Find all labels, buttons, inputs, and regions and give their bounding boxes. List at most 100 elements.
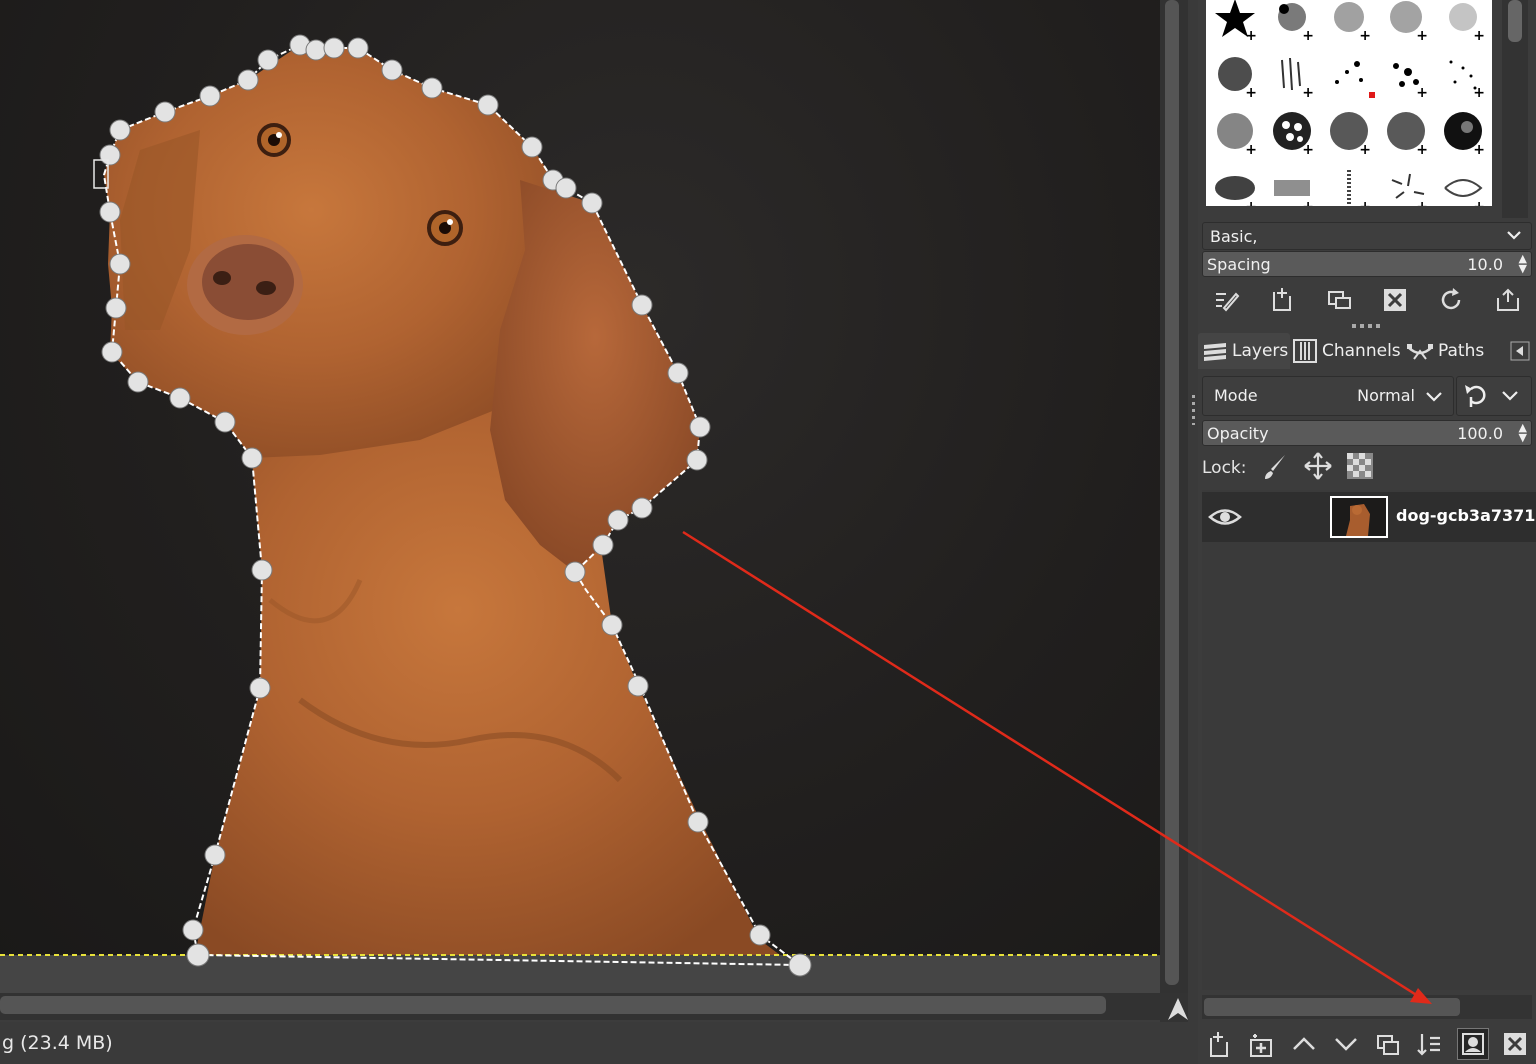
brush-actions-bar (1198, 282, 1536, 318)
dock-divider[interactable] (1188, 0, 1198, 1064)
lock-alpha-button[interactable] (1345, 451, 1375, 486)
right-dock: + + + + + + + + + + + + + + + + + + + Ba… (1198, 0, 1536, 1064)
layer-row[interactable]: dog-gcb3a73716 (1202, 492, 1536, 542)
image-size-status: g (23.4 MB) (2, 1032, 113, 1054)
image-content (0, 34, 1160, 977)
brush-icon (1264, 454, 1285, 479)
duplicate-layer-icon (1377, 1035, 1400, 1055)
refresh-brushes-button[interactable] (1435, 284, 1467, 316)
new-layer-button[interactable] (1203, 1028, 1235, 1060)
brush-splatter-3[interactable]: + (1377, 0, 1434, 45)
duplicate-layer-button[interactable] (1372, 1028, 1404, 1060)
composite-mode-icon (1465, 385, 1518, 407)
tab-menu-icon (1510, 341, 1530, 361)
brush-pepper[interactable]: + (1434, 159, 1491, 206)
delete-layer-button[interactable] (1499, 1028, 1531, 1060)
dock-separator-handle[interactable] (1352, 324, 1384, 328)
lower-layer-button[interactable] (1330, 1028, 1362, 1060)
brush-star[interactable]: + (1206, 0, 1263, 45)
new-brush-button[interactable] (1266, 284, 1298, 316)
brush-splatter-1[interactable]: + (1263, 0, 1320, 45)
mode-label: Mode (1214, 386, 1258, 405)
tab-layers-label: Layers (1232, 341, 1289, 361)
new-layer-icon (1210, 1032, 1229, 1057)
layer-thumbnail[interactable] (1330, 496, 1388, 538)
chevron-down-icon (1423, 385, 1445, 411)
new-brush-icon (1273, 288, 1292, 311)
layers-list[interactable]: dog-gcb3a73716 (1202, 490, 1536, 990)
merge-down-button[interactable] (1414, 1028, 1446, 1060)
brush-splatter-2[interactable]: + (1320, 0, 1377, 45)
merge-down-icon (1417, 1034, 1441, 1056)
open-brush-as-image-button[interactable] (1492, 284, 1524, 316)
new-layer-group-button[interactable] (1245, 1028, 1277, 1060)
spin-arrows-icon[interactable]: ▲ ▼ (1519, 422, 1527, 443)
raise-layer-icon (1292, 1037, 1315, 1050)
layer-mask-icon (1461, 1033, 1484, 1055)
brush-stripe[interactable]: + (1320, 159, 1377, 206)
tab-paths[interactable]: Paths (1406, 333, 1496, 369)
delete-layer-icon (1503, 1033, 1526, 1055)
dock-tabs: Layers Channels Paths (1198, 333, 1536, 371)
statusbar: g (23.4 MB) (0, 1022, 1196, 1064)
add-layer-mask-button[interactable] (1456, 1028, 1489, 1060)
checkerboard-icon (1346, 452, 1373, 479)
refresh-brushes-icon (1442, 288, 1461, 310)
tab-layers[interactable]: Layers (1198, 333, 1290, 369)
brush-scrollbar[interactable] (1502, 0, 1528, 218)
brush-scatter[interactable] (1320, 45, 1377, 102)
brush-tag-filter[interactable]: Basic, (1202, 222, 1532, 250)
brush-dots[interactable]: + (1377, 45, 1434, 102)
brush-sphere[interactable]: + (1434, 102, 1491, 159)
opacity-value: 100.0 (1457, 424, 1503, 443)
lock-row: Lock: (1202, 451, 1375, 486)
canvas-vertical-scrollbar[interactable] (1160, 0, 1188, 993)
brush-grass[interactable]: + (1263, 45, 1320, 102)
layers-horizontal-scrollbar[interactable] (1202, 995, 1532, 1019)
edit-brush-icon (1216, 292, 1240, 312)
lock-pixels-button[interactable] (1261, 451, 1291, 486)
raise-layer-button[interactable] (1288, 1028, 1320, 1060)
brush-texture-2[interactable]: + (1320, 102, 1377, 159)
layer-mode-select[interactable]: Mode Normal (1202, 376, 1454, 416)
channels-icon (1293, 339, 1317, 363)
layer-name[interactable]: dog-gcb3a73716 (1396, 506, 1536, 525)
delete-brush-button[interactable] (1379, 284, 1411, 316)
lower-layer-icon (1334, 1038, 1357, 1051)
brush-texture-1[interactable]: + (1206, 102, 1263, 159)
tab-menu-button[interactable] (1510, 341, 1530, 361)
brush-tag-filter-value: Basic, (1210, 227, 1258, 246)
lock-position-button[interactable] (1303, 451, 1333, 486)
paths-icon (1407, 344, 1433, 360)
brush-sparks[interactable]: + (1377, 159, 1434, 206)
layer-opacity-spinbox[interactable]: Opacity 100.0 ▲ ▼ (1202, 420, 1532, 446)
layers-icon (1204, 343, 1226, 361)
tab-channels-label: Channels (1322, 341, 1401, 361)
dog-thumbnail-image (1332, 498, 1386, 536)
layer-visibility-toggle[interactable] (1208, 502, 1242, 532)
lock-label: Lock: (1202, 458, 1247, 478)
brush-grid[interactable]: + + + + + + + + + + + + + + + + + + + (1206, 0, 1492, 206)
move-icon (1303, 451, 1332, 480)
brush-scribble[interactable]: + (1263, 159, 1320, 206)
image-canvas[interactable] (0, 0, 1160, 993)
duplicate-brush-button[interactable] (1323, 284, 1355, 316)
brush-oval[interactable]: + (1206, 159, 1263, 206)
composite-mode-select[interactable] (1456, 376, 1532, 416)
brush-texture-3[interactable]: + (1377, 102, 1434, 159)
spacing-label: Spacing (1207, 255, 1271, 274)
edit-brush-button[interactable] (1210, 284, 1242, 316)
canvas-horizontal-scrollbar[interactable] (0, 993, 1160, 1020)
brush-fine-dots[interactable]: + (1434, 45, 1491, 102)
open-brush-as-image-icon (1496, 288, 1519, 311)
eye-icon (1208, 509, 1242, 525)
brush-splatter-4[interactable]: + (1434, 0, 1491, 45)
spin-arrows-icon[interactable]: ▲ ▼ (1519, 253, 1527, 274)
brush-chalk[interactable]: + (1206, 45, 1263, 102)
brush-cells[interactable]: + (1263, 102, 1320, 159)
layer-actions-bar (1198, 1024, 1536, 1064)
mode-value: Normal (1357, 386, 1415, 405)
duplicate-brush-icon (1327, 291, 1351, 309)
tab-channels[interactable]: Channels (1292, 333, 1404, 369)
brush-spacing-spinbox[interactable]: Spacing 10.0 ▲ ▼ (1202, 251, 1532, 277)
